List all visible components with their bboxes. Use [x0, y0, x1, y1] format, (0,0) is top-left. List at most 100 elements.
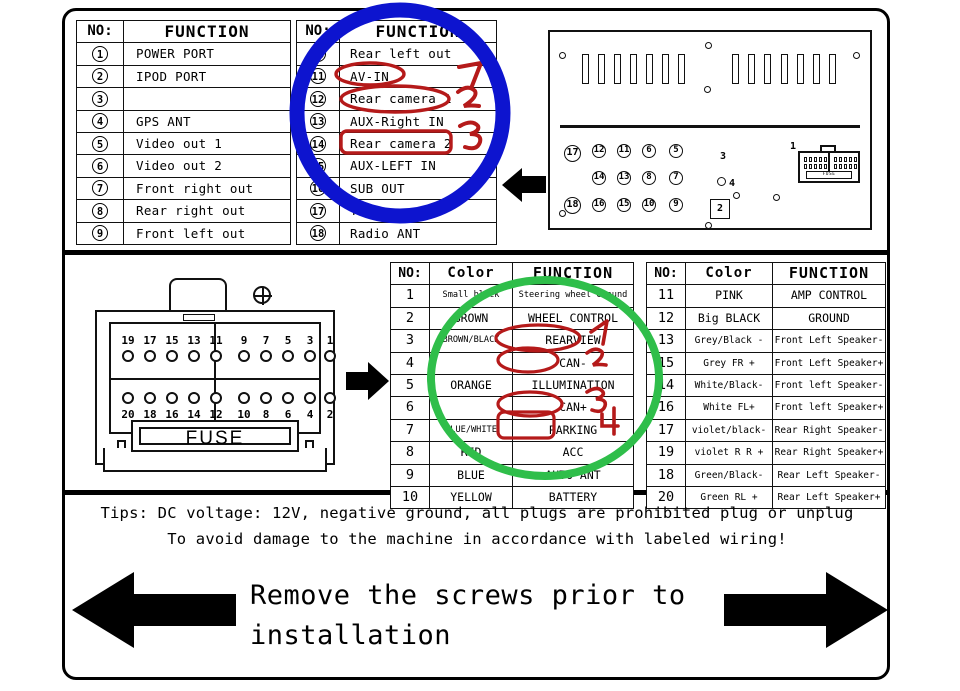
table-header-row: NO: FUNCTION	[296, 19, 497, 44]
row-function: CAN+	[512, 396, 634, 420]
row-number: 1	[92, 45, 108, 62]
row-number: 12	[310, 90, 326, 107]
harness-pin-label: 7	[262, 334, 270, 347]
wire-color-table-right: NO: Color FUNCTION 11 PINK AMP CONTROL 12 B…	[646, 261, 886, 510]
row-color: BLUE/WHITE	[429, 418, 513, 443]
table-header-row: NO: FUNCTION	[76, 19, 291, 44]
row-number: 19	[646, 441, 686, 465]
screw-hole	[705, 42, 712, 49]
screw-hole	[705, 222, 712, 229]
table-row: 8 RED ACC	[390, 441, 634, 465]
pointer-arrow-to-wire-table	[346, 362, 389, 400]
table-row: 7 BLUE/WHITE PARKING	[390, 418, 634, 443]
row-color: violet/black-	[685, 418, 773, 443]
table-row: 10 Rear left out	[296, 42, 497, 66]
header-function: FUNCTION	[123, 19, 291, 44]
row-function: SUB OUT	[339, 176, 497, 201]
row-color: BLUE	[429, 463, 513, 488]
row-function: Front right out	[123, 176, 291, 201]
table-row: 1 Small black Steering wheel Ground	[390, 284, 634, 308]
row-number: 15	[310, 157, 326, 174]
vent-slot	[732, 54, 739, 84]
vent-slot	[614, 54, 621, 84]
harness-pin-label: 2	[326, 408, 334, 421]
screw-hole	[559, 52, 566, 59]
harness-pin-label: 11	[209, 334, 223, 347]
row-function: GROUND	[772, 306, 886, 331]
head-unit-rear-diagram: 17 12 11 6 5 14 13 8 7 18 16 15 10 9 3 4…	[540, 22, 880, 237]
row-color	[429, 351, 513, 376]
header-no: NO:	[390, 261, 430, 286]
jack-5: 5	[669, 144, 683, 158]
vent-slot	[748, 54, 755, 84]
table-row: 15 AUX-LEFT IN	[296, 154, 497, 178]
jack-17: 17	[564, 145, 581, 162]
tips-line-2: To avoid damage to the machine in accord…	[167, 530, 787, 548]
harness-pin-label: 15	[165, 334, 179, 347]
row-color: BROWN/BLACK	[429, 329, 513, 353]
vent-slot	[797, 54, 804, 84]
connector-label-1: 1	[790, 141, 797, 152]
harness-screw-icon	[253, 286, 272, 305]
row-number: 11	[310, 68, 326, 85]
row-number: 6	[390, 396, 430, 420]
row-function: GPS ANT	[123, 109, 291, 134]
row-color: RED	[429, 441, 513, 465]
header-color: Color	[429, 261, 513, 286]
row-function: WHEEL CONTROL	[512, 306, 634, 331]
row-color: violet R R +	[685, 441, 773, 465]
table-row: 11 AV-IN	[296, 64, 497, 89]
row-function: Front left out	[123, 221, 291, 246]
row-function: POWER PORT	[123, 42, 291, 66]
wiring-harness-diagram: 19 17 15 13 11 9 7 5 3 1 20 18 16 14 12	[95, 262, 336, 482]
harness-pin-label: 3	[306, 334, 314, 347]
row-number: 16	[646, 396, 686, 420]
row-number: 11	[646, 284, 686, 308]
screw-hole	[853, 52, 860, 59]
big-instruction-text: Remove the screws prior to installation	[250, 580, 686, 651]
row-number: 2	[390, 306, 430, 331]
row-function: REARVIEW	[512, 329, 634, 353]
vent-slot	[678, 54, 685, 84]
table-row: 17 violet/black- Rear Right Speaker-	[646, 418, 886, 443]
vent-slot	[781, 54, 788, 84]
harness-pin-label: 4	[306, 408, 314, 421]
port-label-3: 3	[720, 151, 727, 162]
table-row: 15 Grey FR + Front Left Speaker+	[646, 351, 886, 376]
table-row: 11 PINK AMP CONTROL	[646, 284, 886, 308]
table-row: 16 White FL+ Front left Speaker+	[646, 396, 886, 420]
vent-slot	[630, 54, 637, 84]
row-function: Rear Right Speaker+	[772, 441, 886, 465]
row-number: 15	[646, 351, 686, 376]
table-row: 5 ORANGE ILLUMINATION	[390, 374, 634, 398]
row-color: Big BLACK	[685, 306, 773, 331]
row-function: Video out 2	[123, 154, 291, 178]
rca-function-table-right: NO: FUNCTION 10 Rear left out 11 AV-IN 12 R…	[296, 19, 497, 246]
harness-pin-label: 1	[326, 334, 334, 347]
row-function: AV-IN	[339, 64, 497, 89]
row-number: 13	[646, 329, 686, 353]
row-number: 17	[646, 418, 686, 443]
table-row: 9 BLUE AUTO ANT	[390, 463, 634, 488]
table-row: 3 BROWN/BLACK REARVIEW	[390, 329, 634, 353]
screw-hole	[733, 192, 740, 199]
table-header-row: NO: Color FUNCTION	[390, 261, 634, 286]
row-number: 5	[92, 135, 108, 152]
table-row: 2 BROWN WHEEL CONTROL	[390, 306, 634, 331]
table-row: 13 AUX-Right IN	[296, 109, 497, 134]
row-number: 7	[390, 418, 430, 443]
row-color: ORANGE	[429, 374, 513, 398]
row-color: White FL+	[685, 396, 773, 420]
row-function: IPOD PORT	[123, 64, 291, 89]
wire-color-table-left: NO: Color FUNCTION 1 Small black Steering …	[390, 261, 634, 510]
row-function: CAN-	[512, 351, 634, 376]
row-number: 10	[310, 45, 326, 62]
table-row: 12 Big BLACK GROUND	[646, 306, 886, 331]
table-row: 4 GPS ANT	[76, 109, 291, 134]
row-number: 4	[92, 113, 108, 130]
vent-slot	[646, 54, 653, 84]
head-unit-body: 17 12 11 6 5 14 13 8 7 18 16 15 10 9 3 4…	[548, 30, 872, 230]
row-function: Front Left Speaker+	[772, 351, 886, 376]
harness-pin-label: 19	[121, 334, 135, 347]
vent-slot	[813, 54, 820, 84]
